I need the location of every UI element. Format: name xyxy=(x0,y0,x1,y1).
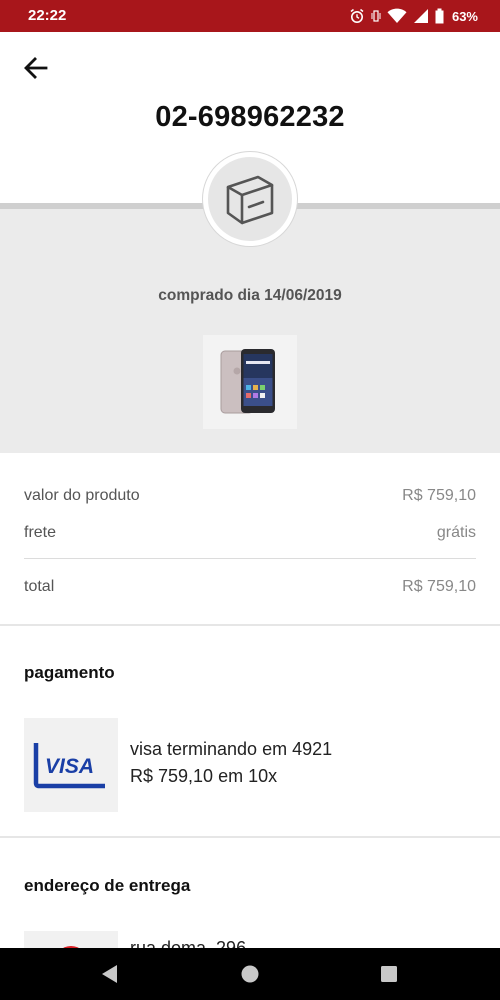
installments-text: R$ 759,10 em 10x xyxy=(130,766,278,786)
nav-back-button[interactable] xyxy=(98,962,122,986)
system-navigation-bar xyxy=(0,948,500,1000)
section-divider-2 xyxy=(0,836,500,838)
section-divider xyxy=(0,624,500,626)
product-value-row: valor do produto R$ 759,10 xyxy=(24,487,476,505)
battery-percentage: 63% xyxy=(451,8,478,24)
nav-recents-button[interactable] xyxy=(377,962,401,986)
home-circle-icon xyxy=(241,965,259,983)
summary-divider xyxy=(24,558,476,559)
alarm-icon xyxy=(350,8,364,23)
recents-square-icon xyxy=(381,966,397,982)
back-button[interactable] xyxy=(20,52,52,84)
purchase-date: comprado dia 14/06/2019 xyxy=(158,287,342,304)
arrow-left-icon xyxy=(24,57,48,79)
total-label: total xyxy=(24,578,55,595)
visa-card-icon: VISA xyxy=(33,743,105,789)
product-thumbnail[interactable] xyxy=(203,335,297,429)
package-badge xyxy=(203,152,297,246)
smartphone-product-image xyxy=(220,349,275,414)
battery-icon xyxy=(435,8,444,24)
order-number: 02-698962232 xyxy=(155,101,345,133)
shipping-value: grátis xyxy=(436,524,476,541)
status-bar: 22:22 63% xyxy=(0,0,500,32)
total-amount: R$ 759,10 xyxy=(402,578,476,595)
card-logo-box: VISA xyxy=(24,718,118,812)
back-triangle-icon xyxy=(102,965,117,983)
wifi-icon xyxy=(387,8,407,23)
status-time: 22:22 xyxy=(28,7,67,24)
visa-brand-text: VISA xyxy=(45,755,94,778)
product-value-amount: R$ 759,10 xyxy=(402,487,476,504)
payment-title: pagamento xyxy=(24,663,115,682)
status-icons: 63% xyxy=(349,6,478,26)
delivery-title: endereço de entrega xyxy=(24,876,191,895)
signal-icon xyxy=(413,9,428,23)
total-row: total R$ 759,10 xyxy=(24,578,476,596)
product-value-label: valor do produto xyxy=(24,487,140,504)
box-icon xyxy=(226,175,274,225)
card-description: visa terminando em 4921 xyxy=(130,739,333,759)
shipping-row: frete grátis xyxy=(24,524,476,542)
shipping-label: frete xyxy=(24,524,57,541)
vibrate-icon xyxy=(371,10,381,22)
nav-home-button[interactable] xyxy=(238,962,262,986)
